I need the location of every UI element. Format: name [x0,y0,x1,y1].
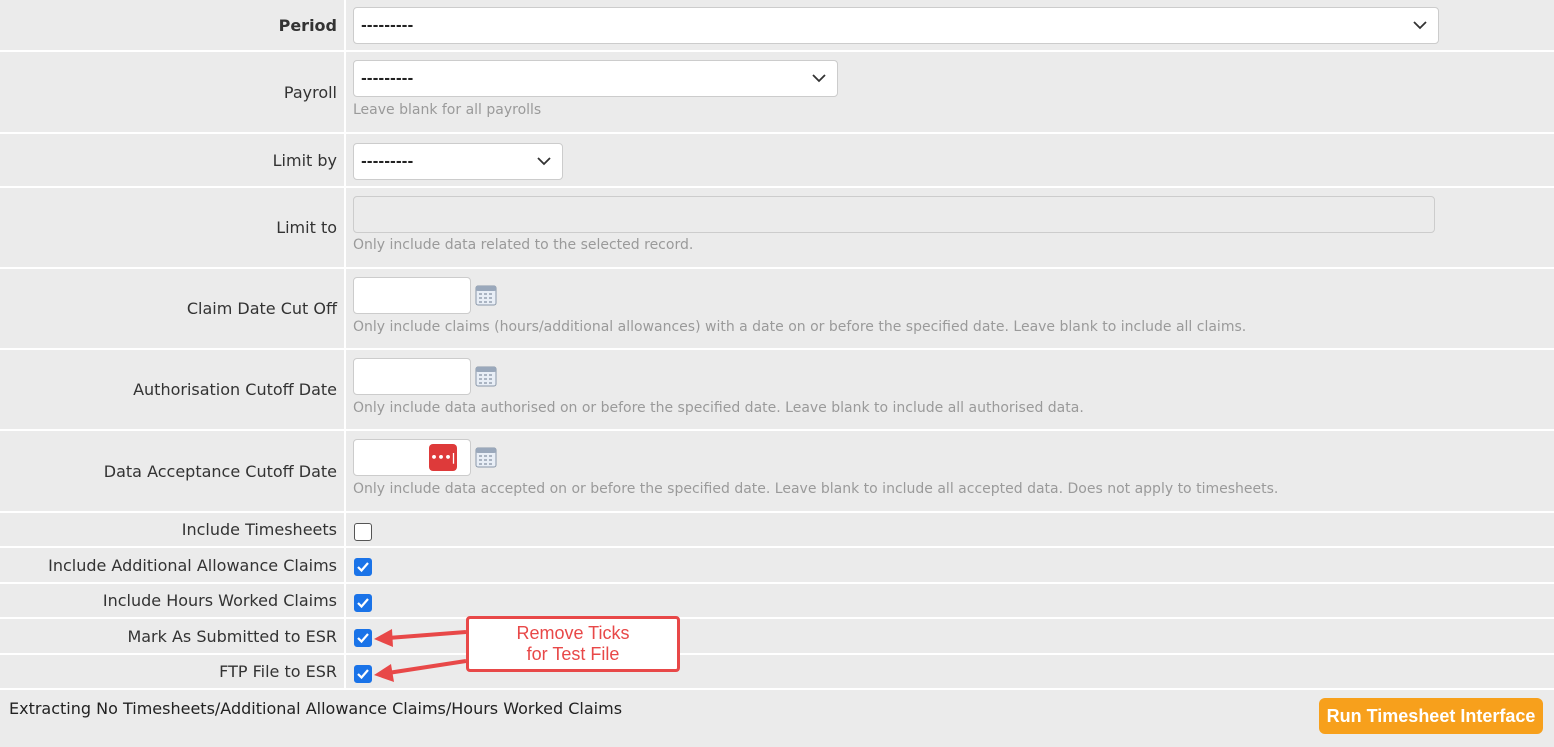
period-select[interactable]: --------- [353,7,1439,44]
checkmark-icon [357,669,369,680]
include-hours-worked-claims-checkbox[interactable] [354,594,372,612]
include-hours-worked-claims-row: Include Hours Worked Claims [0,584,1554,619]
run-timesheet-interface-button[interactable]: Run Timesheet Interface [1319,698,1543,734]
mark-as-submitted-to-esr-checkbox[interactable] [354,629,372,647]
mark-as-submitted-to-esr-label: Mark As Submitted to ESR [0,619,344,653]
limit-to-input [353,196,1435,233]
data-acceptance-cutoff-date-row: Data Acceptance Cutoff Date •••| Only in… [0,431,1554,513]
ftp-file-to-esr-row: FTP File to ESR [0,655,1554,690]
include-additional-allowance-claims-row: Include Additional Allowance Claims [0,548,1554,584]
include-timesheets-label: Include Timesheets [0,513,344,546]
chevron-down-icon [1413,21,1427,30]
authorisation-cutoff-date-label: Authorisation Cutoff Date [0,350,344,429]
payroll-select[interactable]: --------- [353,60,838,97]
payroll-select-value: --------- [361,70,414,87]
mark-as-submitted-to-esr-row: Mark As Submitted to ESR [0,619,1554,655]
authorisation-cutoff-date-help-text: Only include data authorised on or befor… [353,400,1084,416]
checkmark-icon [357,598,369,609]
ftp-file-to-esr-checkbox[interactable] [354,665,372,683]
limit-by-select[interactable]: --------- [353,143,563,180]
limit-to-help-text: Only include data related to the selecte… [353,237,694,253]
period-select-value: --------- [361,17,414,34]
include-timesheets-row: Include Timesheets [0,513,1554,548]
claim-date-cut-off-label: Claim Date Cut Off [0,269,344,348]
period-row: Period --------- [0,0,1554,52]
claim-date-cut-off-row: Claim Date Cut Off Only include claims (… [0,269,1554,350]
calendar-icon[interactable] [475,365,497,387]
claim-date-cut-off-input[interactable] [353,277,471,314]
footer-bar: Extracting No Timesheets/Additional Allo… [0,690,1554,747]
checkmark-icon [357,633,369,644]
data-acceptance-cutoff-date-help-text: Only include data accepted on or before … [353,481,1279,497]
include-timesheets-checkbox[interactable] [354,523,372,541]
payroll-help-text: Leave blank for all payrolls [353,102,542,118]
chevron-down-icon [537,157,551,166]
data-acceptance-cutoff-date-label: Data Acceptance Cutoff Date [0,431,344,511]
password-manager-icon[interactable]: •••| [429,444,457,471]
include-hours-worked-claims-label: Include Hours Worked Claims [0,584,344,617]
payroll-label: Payroll [0,52,344,132]
limit-by-select-value: --------- [361,153,414,170]
checkmark-icon [357,562,369,573]
limit-by-row: Limit by --------- [0,134,1554,188]
calendar-icon[interactable] [475,284,497,306]
limit-to-label: Limit to [0,188,344,267]
annotation-callout: Remove Ticks for Test File [466,616,680,672]
limit-to-row: Limit to Only include data related to th… [0,188,1554,269]
period-label: Period [0,0,344,50]
annotation-line-2: for Test File [526,644,620,664]
chevron-down-icon [812,74,826,83]
authorisation-cutoff-date-input[interactable] [353,358,471,395]
annotation-line-1: Remove Ticks [516,623,630,643]
extraction-status-text: Extracting No Timesheets/Additional Allo… [9,699,623,718]
include-additional-allowance-claims-label: Include Additional Allowance Claims [0,548,344,582]
include-additional-allowance-claims-checkbox[interactable] [354,558,372,576]
limit-by-label: Limit by [0,134,344,186]
calendar-icon[interactable] [475,446,497,468]
authorisation-cutoff-date-row: Authorisation Cutoff Date Only include d… [0,350,1554,431]
claim-date-cut-off-help-text: Only include claims (hours/additional al… [353,319,1247,335]
payroll-row: Payroll --------- Leave blank for all pa… [0,52,1554,134]
ftp-file-to-esr-label: FTP File to ESR [0,655,344,688]
